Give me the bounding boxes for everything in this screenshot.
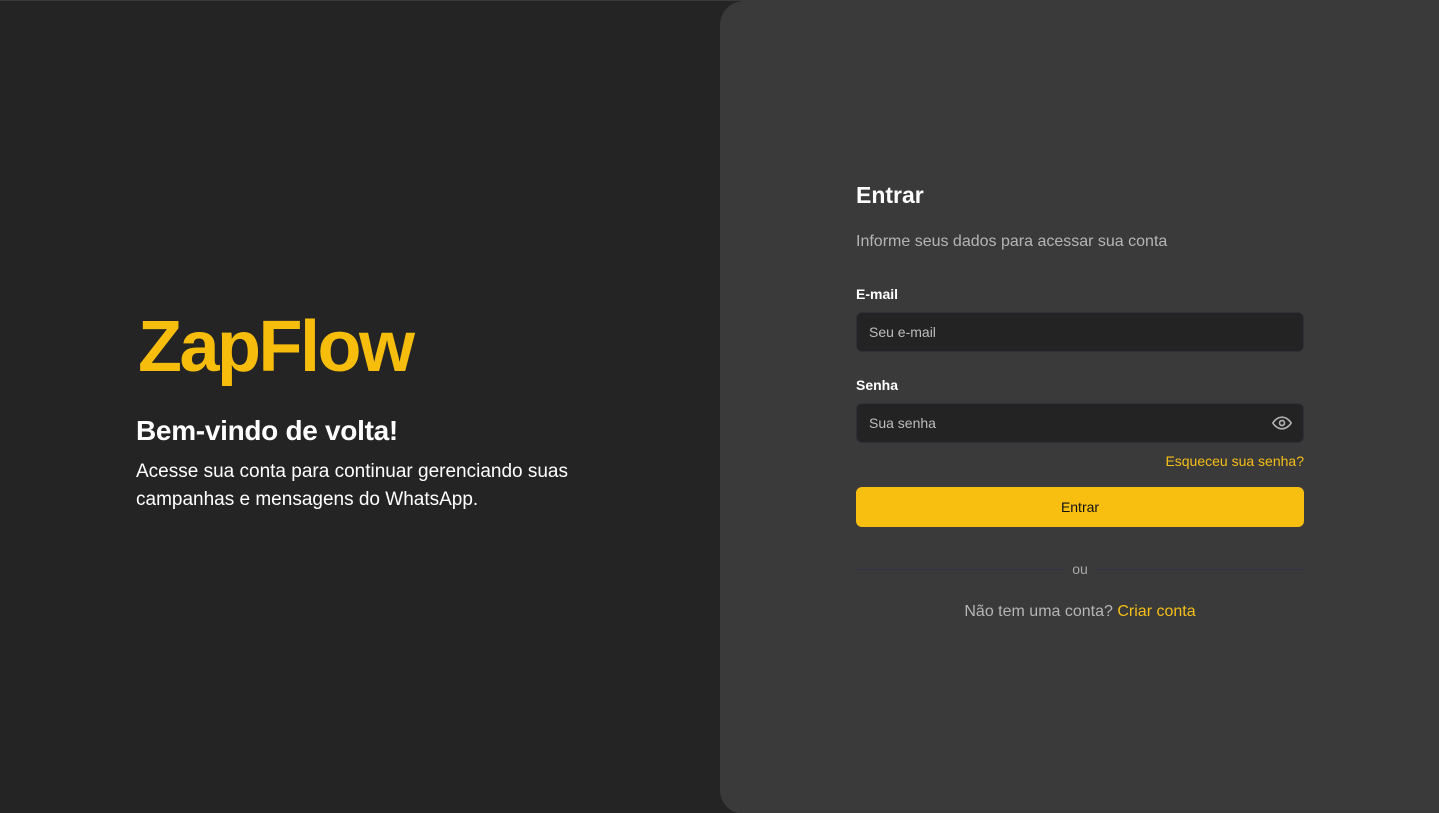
email-field[interactable] — [856, 312, 1304, 352]
no-account-text: Não tem uma conta? — [964, 603, 1113, 620]
forgot-password-row: Esqueceu sua senha? — [856, 453, 1304, 471]
welcome-text: Acesse sua conta para continuar gerencia… — [136, 461, 568, 510]
email-field-wrapper — [856, 312, 1304, 352]
password-field[interactable] — [856, 403, 1304, 443]
form-title: Entrar — [856, 182, 924, 208]
divider: ou — [856, 561, 1304, 577]
signup-row: Não tem uma conta? Criar conta — [856, 603, 1304, 621]
eye-icon[interactable] — [1272, 413, 1292, 433]
brand-logo: ZapFlow — [138, 307, 636, 387]
brand-logo-text: ZapFlow — [138, 307, 415, 387]
login-panel: Entrar Informe seus dados para acessar s… — [720, 1, 1439, 813]
forgot-password-link[interactable]: Esqueceu sua senha? — [1165, 453, 1304, 469]
login-button[interactable]: Entrar — [856, 487, 1304, 527]
login-page: ZapFlow Bem-vindo de volta! Acesse sua c… — [0, 0, 1439, 813]
email-label: E-mail — [856, 286, 899, 302]
password-field-wrapper — [856, 403, 1304, 443]
welcome-title: Bem-vindo de volta! — [136, 415, 398, 446]
form-subtitle: Informe seus dados para acessar sua cont… — [856, 233, 1168, 250]
password-label: Senha — [856, 377, 899, 393]
divider-text: ou — [1064, 561, 1096, 577]
create-account-link[interactable]: Criar conta — [1117, 603, 1195, 620]
welcome-panel: ZapFlow Bem-vindo de volta! Acesse sua c… — [136, 307, 636, 514]
login-form: Entrar Informe seus dados para acessar s… — [856, 180, 1304, 621]
